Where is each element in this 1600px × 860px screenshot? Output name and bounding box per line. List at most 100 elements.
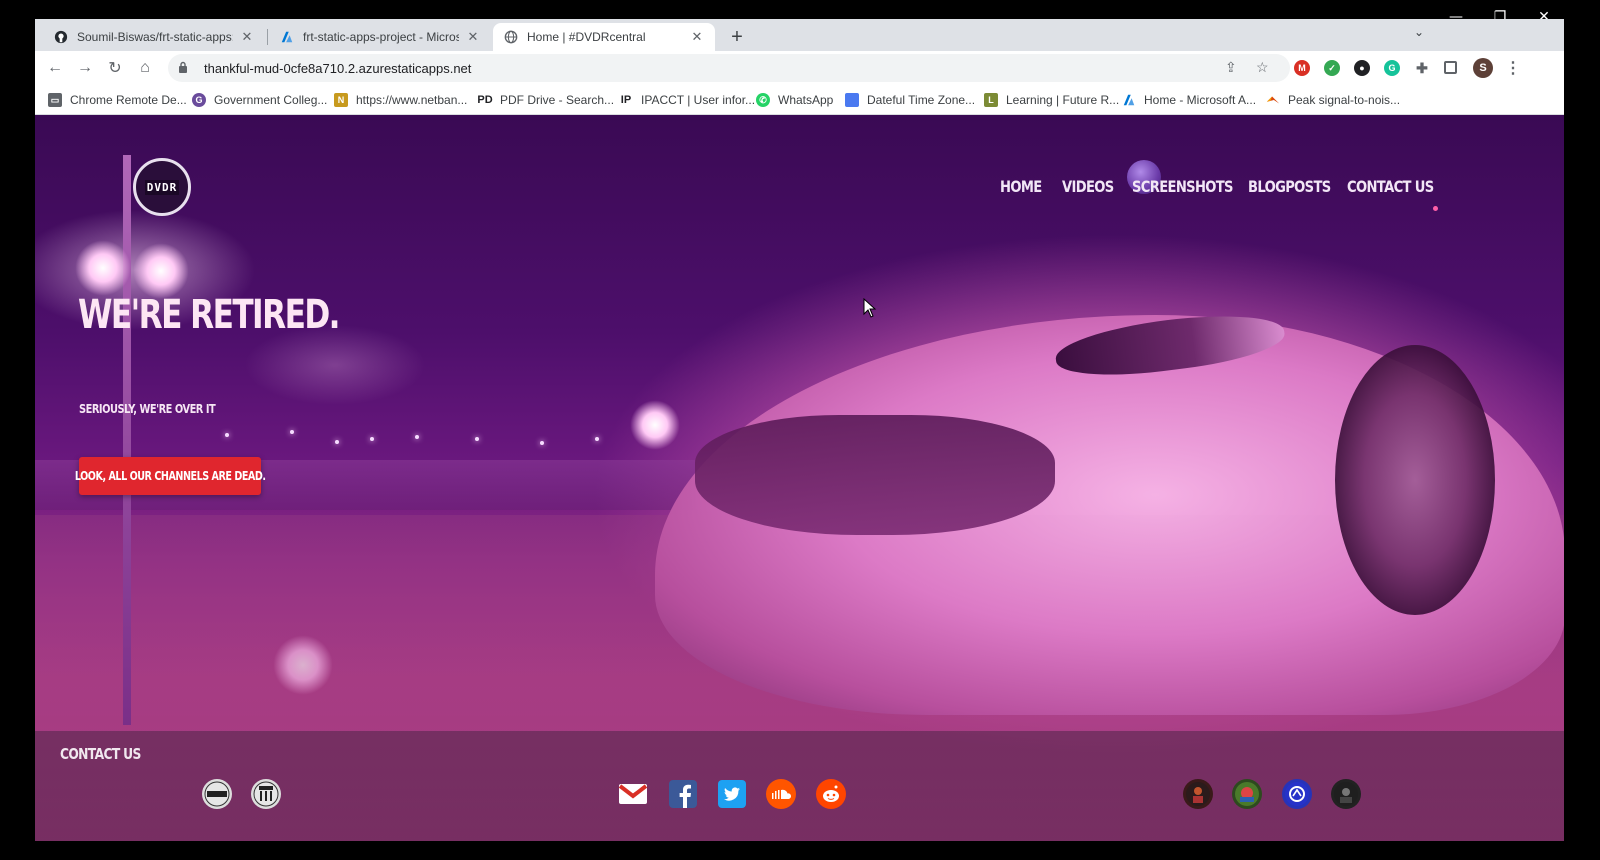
globe-icon [503, 29, 519, 45]
member-avatar-2-icon[interactable] [1232, 779, 1262, 809]
side-panel-icon[interactable] [1444, 61, 1457, 74]
bookmark-learning[interactable]: L Learning | Future R... [984, 91, 1119, 109]
tab-title: Soumil-Biswas/frt-static-apps: A [77, 30, 233, 44]
nav-videos-link[interactable]: VIDEOS [1062, 177, 1114, 196]
distant-light [630, 400, 680, 450]
address-bar[interactable]: thankful-mud-0cfe8a710.2.azurestaticapps… [168, 54, 1290, 82]
share-icon[interactable]: ⇪ [1225, 59, 1237, 76]
dvdr-logo[interactable]: DVDR [133, 158, 191, 216]
bookmark-ipacct[interactable]: IP IPACCT | User infor... [619, 91, 755, 109]
forward-button[interactable]: → [73, 56, 97, 80]
netbanking-icon: N [334, 93, 348, 107]
city-light [595, 437, 599, 441]
soundcloud-icon[interactable] [766, 779, 796, 809]
browser-toolbar: ← → ↻ ⌂ thankful-mud-0cfe8a710.2.azurest… [35, 51, 1564, 85]
tab-close-icon[interactable]: ✕ [465, 29, 481, 45]
grammarly-extension-icon[interactable]: G [1384, 60, 1400, 76]
city-light [290, 430, 294, 434]
bookmark-label: IPACCT | User infor... [641, 93, 756, 107]
college-icon: G [192, 93, 206, 107]
logo-text: DVDR [144, 179, 180, 195]
tab-azure[interactable]: frt-static-apps-project - Microso ✕ [269, 23, 491, 51]
bookmark-label: Learning | Future R... [1006, 93, 1120, 107]
extensions-puzzle-icon[interactable]: ✚ [1414, 60, 1430, 76]
gmail-icon[interactable] [618, 779, 648, 809]
nav-screenshots-link[interactable]: SCREENSHOTS [1132, 177, 1234, 196]
tab-close-icon[interactable]: ✕ [239, 29, 255, 45]
matlab-icon [1266, 93, 1280, 107]
profile-avatar[interactable]: S [1473, 58, 1493, 78]
member-avatar-1-icon[interactable] [1183, 779, 1213, 809]
footer-title: CONTACT US [60, 745, 141, 763]
learning-icon: L [984, 93, 998, 107]
ipacct-icon: IP [620, 94, 632, 106]
bookmark-label: Government Colleg... [214, 93, 328, 107]
bokeh-light [273, 635, 333, 695]
tab-divider [267, 29, 268, 45]
nav-indicator-dot [1433, 206, 1438, 211]
new-tab-button[interactable]: + [725, 25, 749, 49]
pdf-drive-icon: PD [477, 94, 493, 106]
bookmarks-bar: ▭ Chrome Remote De... G Government Colle… [35, 85, 1564, 115]
bookmark-government-college[interactable]: G Government Colleg... [192, 91, 327, 109]
back-button[interactable]: ← [43, 56, 67, 80]
city-light [370, 437, 374, 441]
tab-dvdr-home[interactable]: Home | #DVDRcentral ✕ [493, 23, 715, 51]
city-light [475, 437, 479, 441]
lock-icon[interactable] [178, 61, 190, 76]
reload-button[interactable]: ↻ [103, 56, 127, 80]
channels-dead-button[interactable]: LOOK, ALL OUR CHANNELS ARE DEAD. [75, 457, 266, 495]
tab-close-icon[interactable]: ✕ [689, 29, 705, 45]
nav-home-link[interactable]: HOME [1000, 177, 1042, 196]
reddit-icon[interactable] [816, 779, 846, 809]
bookmark-label: Chrome Remote De... [70, 93, 187, 107]
nav-blogposts-link[interactable]: BLOGPOSTS [1248, 177, 1331, 196]
bookmark-microsoft-azure[interactable]: Home - Microsoft A... [1122, 91, 1256, 109]
tab-github[interactable]: Soumil-Biswas/frt-static-apps: A ✕ [43, 23, 265, 51]
dvdr-logo-icon[interactable] [202, 779, 232, 809]
bookmark-netbanking[interactable]: N https://www.netban... [334, 91, 467, 109]
home-button[interactable]: ⌂ [133, 56, 157, 80]
tab-title: Home | #DVDRcentral [527, 30, 646, 44]
facebook-icon[interactable] [668, 779, 698, 809]
browser-window: Soumil-Biswas/frt-static-apps: A ✕ frt-s… [35, 19, 1564, 841]
browser-menu-icon[interactable]: ⋮ [1505, 60, 1521, 77]
city-light [335, 440, 339, 444]
nav-contact-link[interactable]: CONTACT US [1347, 177, 1434, 196]
bookmark-star-icon[interactable]: ☆ [1256, 59, 1269, 76]
bookmark-whatsapp[interactable]: ✆ WhatsApp [756, 91, 833, 109]
hero-title: WE'RE RETIRED. [78, 292, 341, 338]
bookmark-psnr[interactable]: Peak signal-to-nois... [1266, 91, 1400, 109]
dvdr-home-page: DVDR HOME VIDEOS SCREENSHOTS BLOGPOSTS C… [35, 115, 1564, 841]
lamp-post [123, 155, 131, 725]
street-lamp-light [75, 240, 131, 296]
github-icon [53, 29, 69, 45]
twitter-icon[interactable] [717, 779, 747, 809]
member-avatar-3-icon[interactable] [1282, 779, 1312, 809]
gmail-extension-icon[interactable]: M [1294, 60, 1310, 76]
member-avatar-4-icon[interactable] [1331, 779, 1361, 809]
dvdr-alt-logo-icon[interactable] [251, 779, 281, 809]
whatsapp-icon: ✆ [756, 93, 770, 107]
tab-title: frt-static-apps-project - Microso [303, 30, 459, 44]
car-wheel [1335, 345, 1495, 615]
grammar-extension-icon[interactable]: ✓ [1324, 60, 1340, 76]
bookmark-chrome-remote[interactable]: ▭ Chrome Remote De... [48, 91, 187, 109]
desktop-screen: — ❐ ✕ Soumil-Biswas/frt-static-apps: A ✕… [0, 0, 1600, 860]
ghost-extension-icon[interactable]: ● [1354, 60, 1370, 76]
bookmark-label: Home - Microsoft A... [1144, 93, 1257, 107]
street-lamp-light [133, 243, 189, 299]
bookmark-label: WhatsApp [778, 93, 834, 107]
remote-desktop-icon: ▭ [48, 93, 62, 107]
bookmark-dateful[interactable]: Dateful Time Zone... [845, 91, 975, 109]
url-text[interactable]: thankful-mud-0cfe8a710.2.azurestaticapps… [204, 61, 471, 76]
tab-search-chevron-icon[interactable]: ⌄ [1414, 25, 1424, 39]
bookmark-pdf-drive[interactable]: PD PDF Drive - Search... [477, 91, 615, 109]
button-label: LOOK, ALL OUR CHANNELS ARE DEAD. [74, 469, 266, 483]
calendar-icon [845, 93, 859, 107]
hero-subtitle: SERIOUSLY, WE'RE OVER IT [79, 402, 216, 416]
contact-footer: CONTACT US [35, 731, 1564, 841]
azure-icon [279, 29, 295, 45]
bookmark-label: https://www.netban... [356, 93, 468, 107]
bookmark-label: PDF Drive - Search... [500, 93, 615, 107]
